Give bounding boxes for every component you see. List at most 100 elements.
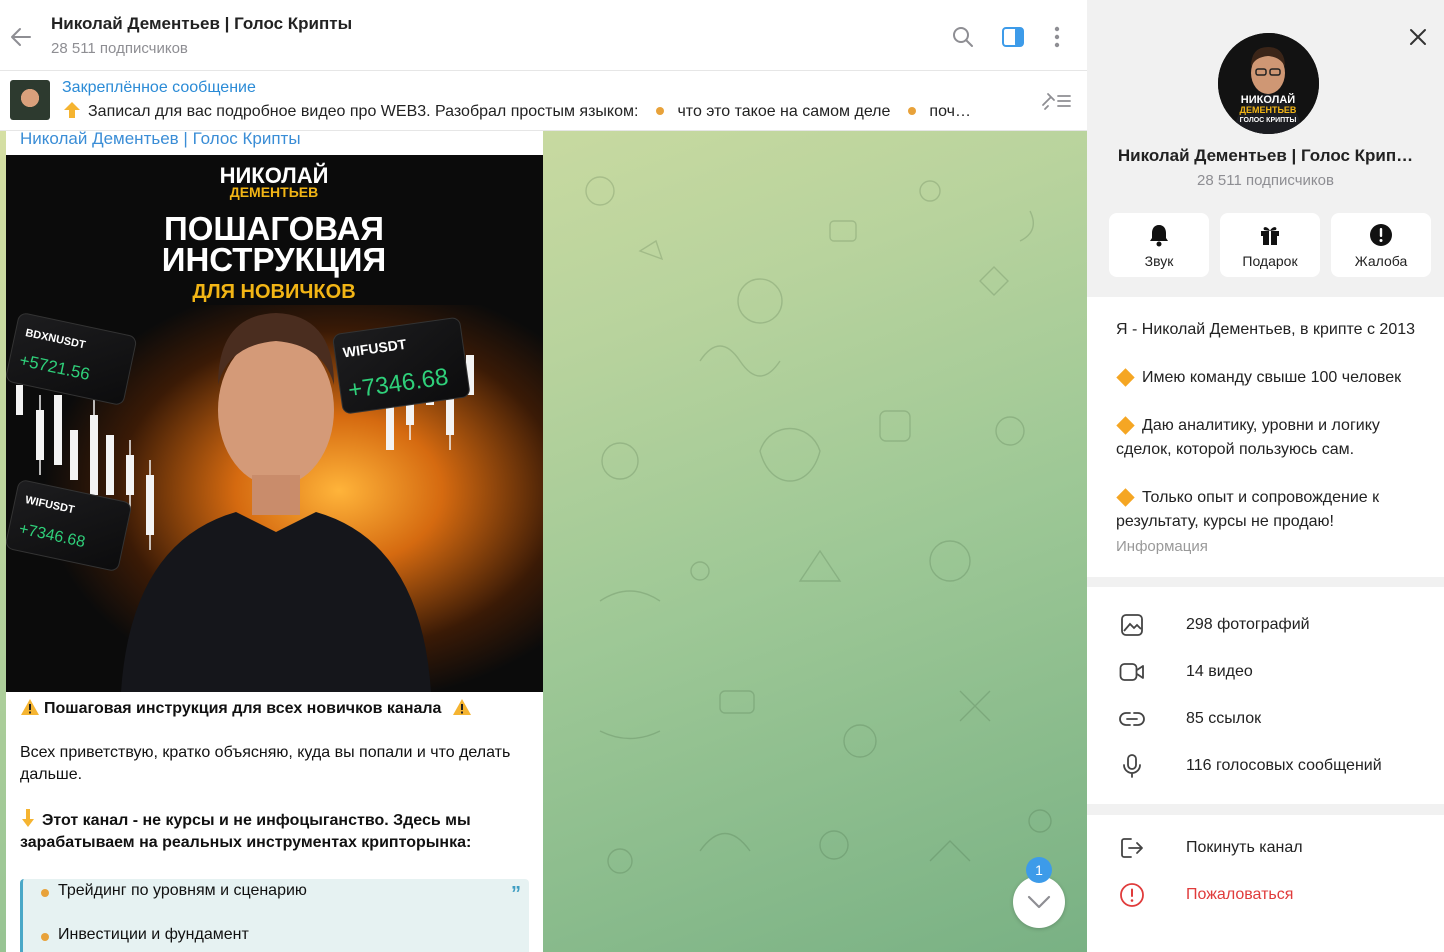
media-videos-row[interactable]: 14 видео bbox=[1087, 649, 1444, 696]
close-icon bbox=[1410, 29, 1426, 45]
photo-title-3: ДЛЯ НОВИЧКОВ bbox=[192, 281, 355, 303]
diamond-emoji-icon bbox=[1116, 488, 1135, 507]
arrow-up-emoji-icon bbox=[64, 102, 80, 118]
pinned-text-start: Записал для вас подробное видео про WEB3… bbox=[88, 103, 639, 120]
chat-header: Николай Дементьев | Голос Крипты 28 511 … bbox=[0, 0, 1087, 71]
promo-image: НИКОЛАЙ ДЕМЕНТЬЕВ ПОШАГОВАЯ ИНСТРУКЦИЯ Д… bbox=[6, 155, 543, 692]
message-paragraph-2-text: Этот канал - не курсы и не инфоцыганство… bbox=[20, 812, 472, 851]
about-line-3: Даю аналитику, уровни и логику сделок, к… bbox=[1116, 414, 1434, 462]
photo-title-2: ИНСТРУКЦИЯ bbox=[162, 241, 387, 278]
channel-description: Я - Николай Дементьев, в крипте с 2013 И… bbox=[1087, 297, 1444, 577]
photo-icon bbox=[1119, 612, 1145, 638]
diamond-emoji-icon bbox=[1116, 416, 1135, 435]
chat-area: Николай Дементьев | Голос Крипты 28 511 … bbox=[0, 0, 1087, 952]
scroll-down-button[interactable] bbox=[1013, 876, 1065, 928]
quote-block: ” Трейдинг по уровням и сценарию Инвести… bbox=[20, 879, 529, 952]
report-icon bbox=[1119, 882, 1145, 908]
message-paragraph-1: Всех приветствую, кратко объясняю, куда … bbox=[20, 744, 511, 783]
bullet-icon bbox=[41, 889, 49, 897]
panel-subscriber-count: 28 511 подписчиков bbox=[1197, 172, 1334, 189]
more-vertical-icon bbox=[1054, 26, 1060, 48]
link-icon bbox=[1119, 706, 1145, 732]
unread-badge: 1 bbox=[1026, 857, 1052, 883]
photo-brand-bottom: ДЕМЕНТЬЕВ bbox=[230, 184, 318, 200]
shared-media-list: 298 фотографий 14 видео 85 ссылок 116 го… bbox=[1087, 587, 1444, 804]
complaint-button[interactable]: Жалоба bbox=[1331, 213, 1431, 277]
chat-title[interactable]: Николай Дементьев | Голос Крипты bbox=[51, 14, 352, 34]
about-line-2: Имею команду свыше 100 человек bbox=[1116, 366, 1434, 390]
info-label: Информация bbox=[1116, 538, 1208, 555]
report-channel-row[interactable]: Пожаловаться bbox=[1087, 872, 1444, 919]
message-heading-text: Пошаговая инструкция для всех новичков к… bbox=[44, 700, 442, 717]
close-panel-button[interactable] bbox=[1405, 24, 1431, 50]
search-button[interactable] bbox=[950, 24, 976, 50]
back-button[interactable] bbox=[8, 24, 34, 50]
channel-actions: Покинуть канал Пожаловаться bbox=[1087, 815, 1444, 952]
media-videos-label: 14 видео bbox=[1186, 663, 1253, 680]
media-links-row[interactable]: 85 ссылок bbox=[1087, 696, 1444, 743]
leave-channel-label: Покинуть канал bbox=[1186, 839, 1303, 856]
avatar-image: НИКОЛАЙ ДЕМЕНТЬЕВ ГОЛОС КРИПТЫ bbox=[1218, 33, 1319, 134]
chevron-down-icon bbox=[1027, 895, 1051, 909]
complaint-label: Жалоба bbox=[1354, 253, 1408, 269]
bullet-icon bbox=[908, 106, 917, 115]
subscriber-count: 28 511 подписчиков bbox=[51, 40, 188, 57]
pointing-down-emoji-icon bbox=[22, 809, 34, 827]
pin-list-icon bbox=[1042, 93, 1071, 110]
bullet-icon bbox=[41, 933, 49, 941]
pinned-label: Закреплённое сообщение bbox=[62, 79, 256, 96]
gift-icon bbox=[1261, 227, 1279, 245]
about-line-1: Я - Николай Дементьев, в крипте с 2013 bbox=[1116, 321, 1416, 338]
pinned-thumbnail bbox=[10, 80, 50, 120]
microphone-icon bbox=[1119, 753, 1145, 779]
quote-icon: ” bbox=[511, 883, 521, 905]
about-line-4: Только опыт и сопровождение к результату… bbox=[1116, 486, 1434, 534]
pinned-text: Записал для вас подробное видео про WEB3… bbox=[62, 101, 1022, 121]
panel-channel-name: Николай Дементьев | Голос Крип… bbox=[1117, 146, 1414, 165]
report-channel-label: Пожаловаться bbox=[1186, 886, 1294, 903]
search-icon bbox=[953, 27, 973, 47]
message-author[interactable]: Николай Дементьев | Голос Крипты bbox=[20, 131, 301, 149]
diamond-emoji-icon bbox=[1116, 368, 1135, 387]
leave-channel-row[interactable]: Покинуть канал bbox=[1087, 825, 1444, 872]
alert-icon bbox=[1370, 224, 1392, 246]
sound-button[interactable]: Звук bbox=[1109, 213, 1209, 277]
sound-label: Звук bbox=[1144, 253, 1174, 269]
more-menu-button[interactable] bbox=[1044, 24, 1070, 50]
warning-emoji-icon bbox=[21, 699, 39, 715]
media-photos-row[interactable]: 298 фотографий bbox=[1087, 602, 1444, 649]
quote-item: Трейдинг по уровням и сценарию bbox=[58, 882, 307, 899]
media-links-label: 85 ссылок bbox=[1186, 710, 1262, 727]
video-icon bbox=[1119, 659, 1145, 685]
media-photos-label: 298 фотографий bbox=[1186, 616, 1310, 633]
pinned-text-item2: поч… bbox=[929, 103, 971, 120]
arrow-left-icon bbox=[11, 28, 31, 46]
about-line-3-text: Даю аналитику, уровни и логику сделок, к… bbox=[1116, 417, 1380, 458]
bullet-icon bbox=[656, 106, 665, 115]
about-line-2-text: Имею команду свыше 100 человек bbox=[1142, 369, 1402, 386]
media-voice-label: 116 голосовых сообщений bbox=[1186, 757, 1382, 774]
channel-info-panel: НИКОЛАЙ ДЕМЕНТЬЕВ ГОЛОС КРИПТЫ Николай Д… bbox=[1087, 0, 1444, 952]
avatar-line2: ДЕМЕНТЬЕВ bbox=[1240, 105, 1297, 115]
channel-avatar[interactable]: НИКОЛАЙ ДЕМЕНТЬЕВ ГОЛОС КРИПТЫ bbox=[1218, 33, 1319, 134]
message-paragraph-2: Этот канал - не курсы и не инфоцыганство… bbox=[20, 808, 530, 854]
avatar-line3: ГОЛОС КРИПТЫ bbox=[1240, 117, 1297, 124]
toggle-sidebar-button[interactable] bbox=[1000, 24, 1026, 50]
message-photo[interactable]: НИКОЛАЙ ДЕМЕНТЬЕВ ПОШАГОВАЯ ИНСТРУКЦИЯ Д… bbox=[6, 155, 543, 692]
quote-item: Инвестиции и фундамент bbox=[58, 926, 249, 943]
gift-button[interactable]: Подарок bbox=[1220, 213, 1320, 277]
unpin-button[interactable] bbox=[1039, 89, 1073, 113]
warning-emoji-icon bbox=[452, 699, 471, 715]
message-bubble[interactable]: Николай Дементьев | Голос Крипты НИКОЛАЙ… bbox=[6, 131, 543, 952]
sidebar-icon bbox=[1002, 27, 1024, 47]
pinned-message-bar[interactable]: Закреплённое сообщение Записал для вас п… bbox=[0, 71, 1087, 131]
bell-icon bbox=[1150, 225, 1168, 247]
about-line-4-text: Только опыт и сопровождение к результату… bbox=[1116, 489, 1380, 530]
gift-label: Подарок bbox=[1242, 253, 1298, 269]
telegram-window: Николай Дементьев | Голос Крипты 28 511 … bbox=[0, 0, 1444, 952]
pinned-text-item1: что это такое на самом деле bbox=[677, 103, 891, 120]
logout-icon bbox=[1119, 835, 1145, 861]
message-heading: Пошаговая инструкция для всех новичков к… bbox=[20, 698, 530, 720]
media-voice-row[interactable]: 116 голосовых сообщений bbox=[1087, 743, 1444, 790]
channel-profile: НИКОЛАЙ ДЕМЕНТЬЕВ ГОЛОС КРИПТЫ Николай Д… bbox=[1087, 0, 1444, 297]
